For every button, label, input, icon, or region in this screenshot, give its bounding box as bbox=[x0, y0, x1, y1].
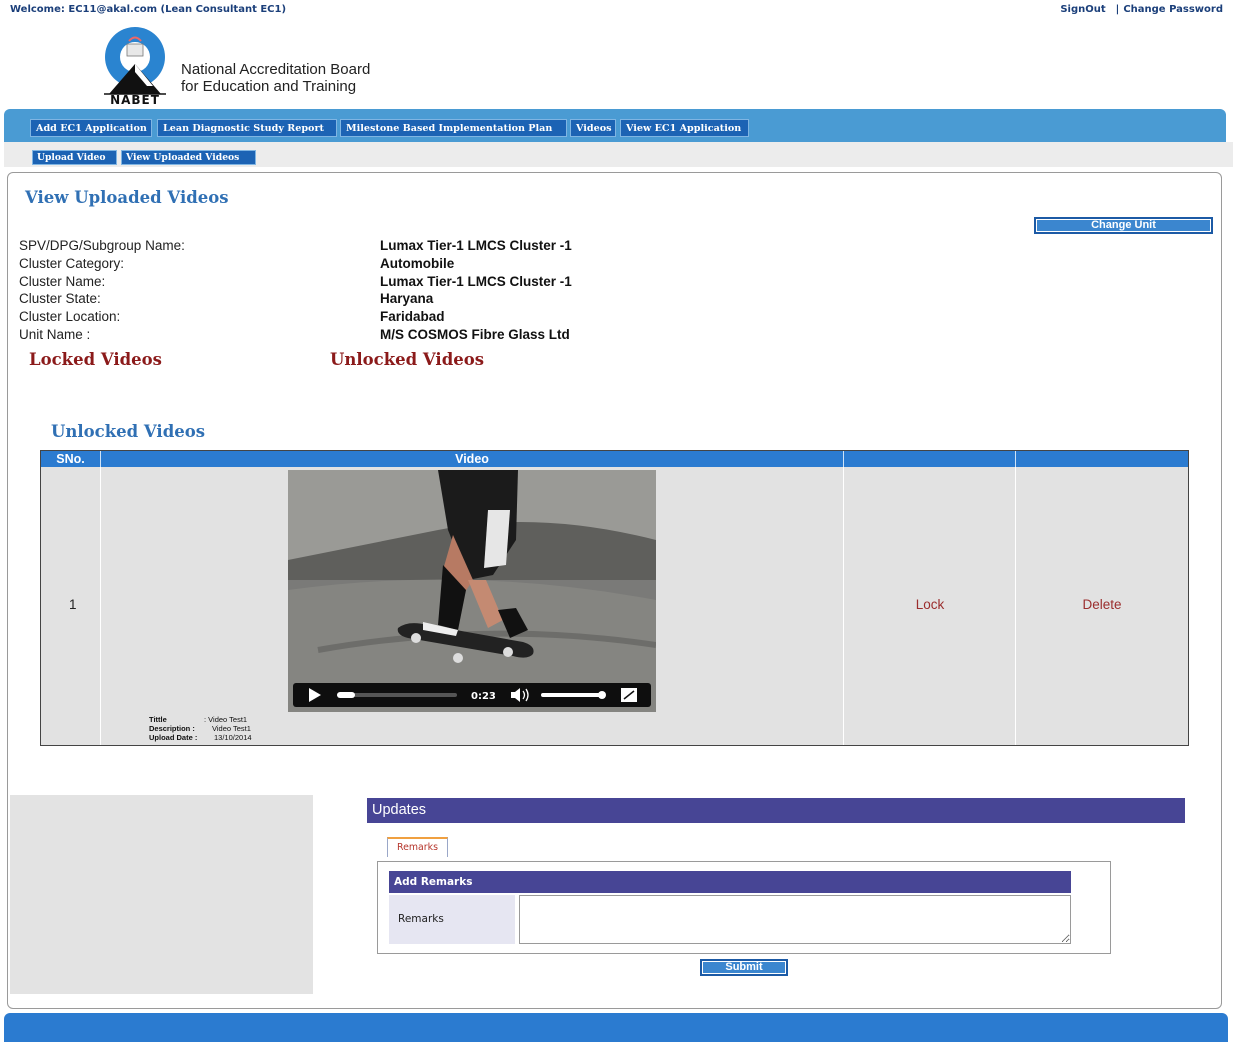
nav-videos[interactable]: Videos bbox=[570, 119, 616, 137]
fullscreen-icon[interactable] bbox=[621, 688, 637, 702]
volume-icon[interactable] bbox=[511, 688, 529, 702]
column-header-video: Video bbox=[101, 451, 844, 467]
meta-desc-value: Video Test1 bbox=[212, 724, 251, 733]
page-title: View Uploaded Videos bbox=[25, 188, 229, 207]
row-sno: 1 bbox=[69, 597, 77, 612]
column-header-sno: SNo. bbox=[41, 451, 101, 467]
link-separator: | bbox=[1115, 4, 1120, 15]
main-nav: Add EC1 Application Lean Diagnostic Stud… bbox=[4, 109, 1226, 142]
unlocked-videos-link[interactable]: Unlocked Videos bbox=[330, 350, 484, 369]
remarks-textarea[interactable] bbox=[519, 895, 1071, 944]
nav-view-ec1-application[interactable]: View EC1 Application bbox=[620, 119, 749, 137]
side-panel bbox=[10, 795, 313, 994]
subnav-view-uploaded-videos[interactable]: View Uploaded Videos bbox=[121, 150, 256, 165]
info-label-unit: Unit Name : bbox=[19, 327, 91, 342]
footer-bar bbox=[4, 1013, 1228, 1042]
meta-title-label: Tittle bbox=[149, 715, 167, 724]
lock-link[interactable]: Lock bbox=[844, 597, 1016, 612]
top-links: SignOut | Change Password bbox=[1060, 4, 1223, 15]
progress-thumb[interactable] bbox=[337, 692, 355, 698]
info-label-category: Cluster Category: bbox=[19, 256, 125, 271]
org-name: National Accreditation Board for Educati… bbox=[181, 61, 370, 95]
info-label-location: Cluster Location: bbox=[19, 309, 121, 324]
meta-desc-label: Description : bbox=[149, 724, 195, 733]
meta-date-label: Upload Date : bbox=[149, 733, 198, 742]
change-unit-button[interactable]: Change Unit bbox=[1034, 217, 1213, 234]
info-value-cluster-name: Lumax Tier-1 LMCS Cluster -1 bbox=[380, 274, 572, 289]
nav-lean-diagnostic-study-report[interactable]: Lean Diagnostic Study Report bbox=[157, 119, 337, 137]
section-title: Unlocked Videos bbox=[51, 422, 206, 441]
tab-remarks[interactable]: Remarks bbox=[387, 837, 448, 857]
video-frame bbox=[288, 470, 656, 712]
meta-title-value: : Video Test1 bbox=[204, 715, 248, 724]
info-value-location: Faridabad bbox=[380, 309, 445, 324]
subnav-upload-video[interactable]: Upload Video bbox=[32, 150, 117, 165]
add-remarks-header: Add Remarks bbox=[389, 871, 1071, 893]
info-value-spv: Lumax Tier-1 LMCS Cluster -1 bbox=[380, 238, 572, 253]
cell-sno: 1 bbox=[41, 467, 101, 745]
updates-header: Updates bbox=[367, 798, 1185, 823]
info-label-spv: SPV/DPG/Subgroup Name: bbox=[19, 238, 185, 253]
video-meta: Tittle : Video Test1 Description : Video T… bbox=[149, 715, 252, 742]
nabet-logo: NABET bbox=[95, 24, 177, 107]
change-password-link[interactable]: Change Password bbox=[1123, 4, 1223, 15]
submit-button[interactable]: Submit bbox=[700, 959, 788, 976]
info-label-cluster-name: Cluster Name: bbox=[19, 274, 106, 289]
delete-link[interactable]: Delete bbox=[1016, 597, 1188, 612]
meta-date-value: 13/10/2014 bbox=[214, 733, 252, 742]
video-controls: 0:23 bbox=[293, 683, 651, 707]
info-value-state: Haryana bbox=[380, 291, 434, 306]
play-icon[interactable] bbox=[309, 688, 321, 702]
cell-delete: Delete bbox=[1016, 467, 1188, 745]
volume-slider[interactable] bbox=[541, 693, 605, 697]
org-name-line2: for Education and Training bbox=[181, 78, 357, 95]
nav-add-ec1-application[interactable]: Add EC1 Application bbox=[30, 119, 152, 137]
org-name-line1: National Accreditation Board bbox=[181, 61, 371, 78]
cell-lock: Lock bbox=[844, 467, 1016, 745]
video-player[interactable] bbox=[288, 470, 656, 712]
column-header-delete bbox=[1016, 451, 1188, 467]
locked-videos-link[interactable]: Locked Videos bbox=[29, 350, 162, 369]
info-value-category: Automobile bbox=[380, 256, 455, 271]
logo-wordmark: NABET bbox=[110, 93, 160, 106]
remarks-label: Remarks bbox=[398, 913, 444, 925]
column-header-lock bbox=[844, 451, 1016, 467]
video-time: 0:23 bbox=[471, 691, 496, 702]
sub-nav: Upload Video View Uploaded Videos bbox=[4, 142, 1233, 167]
signout-link[interactable]: SignOut bbox=[1060, 4, 1105, 15]
info-label-state: Cluster State: bbox=[19, 291, 101, 306]
info-value-unit: M/S COSMOS Fibre Glass Ltd bbox=[380, 327, 570, 342]
welcome-text: Welcome: EC11@akal.com (Lean Consultant … bbox=[10, 4, 287, 15]
nav-milestone-plan[interactable]: Milestone Based Implementation Plan bbox=[340, 119, 567, 137]
